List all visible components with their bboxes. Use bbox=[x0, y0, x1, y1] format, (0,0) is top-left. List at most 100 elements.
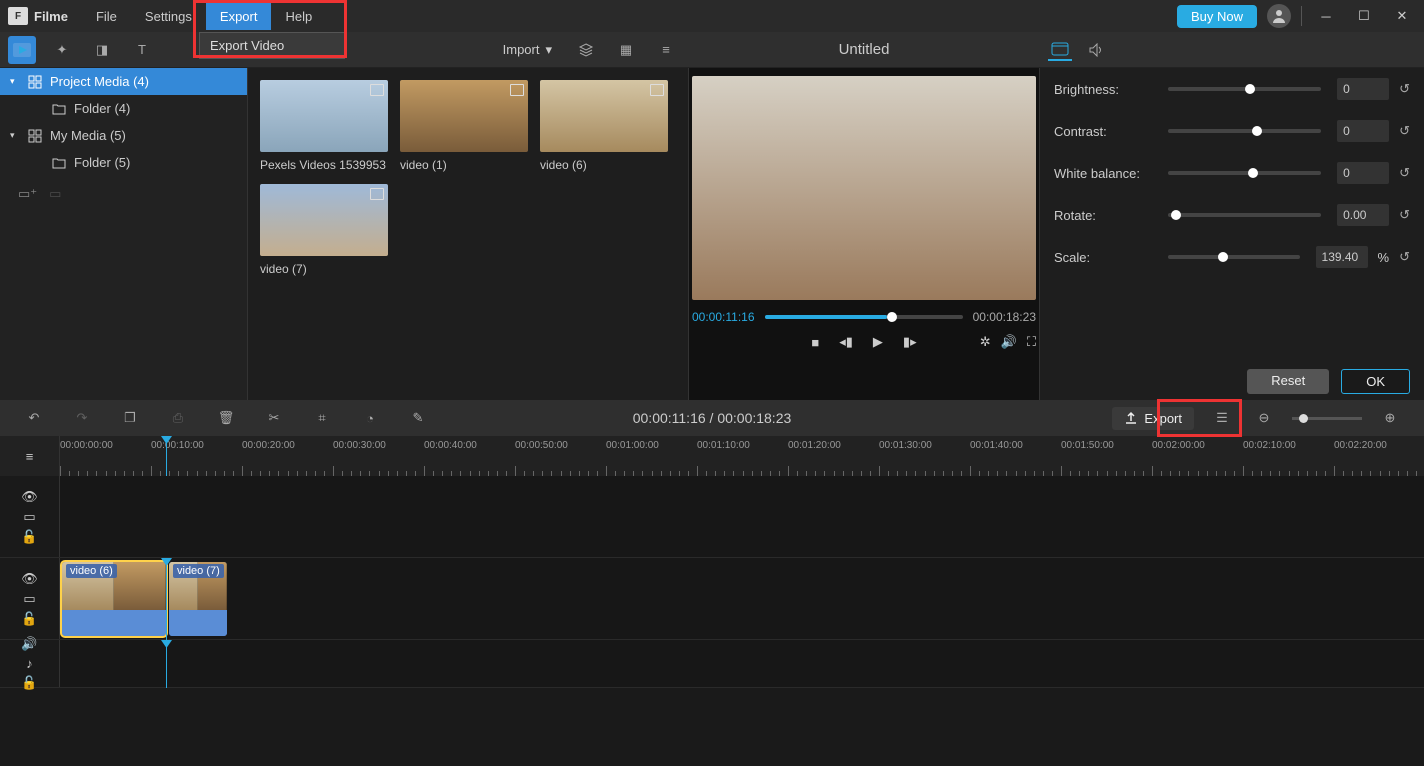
fullscreen-icon[interactable]: ⛶ bbox=[1027, 334, 1036, 350]
volume-icon[interactable]: 🔊 bbox=[1001, 334, 1017, 350]
maximize-button[interactable]: ☐ bbox=[1350, 2, 1378, 30]
visibility-icon[interactable]: 👁 bbox=[21, 571, 38, 587]
copy-button[interactable]: ❐ bbox=[116, 404, 144, 432]
prop-slider[interactable] bbox=[1168, 255, 1300, 259]
color-button[interactable]: ✎ bbox=[404, 404, 432, 432]
prop-value[interactable]: 0 bbox=[1337, 162, 1389, 184]
media-thumb[interactable]: video (7) bbox=[260, 184, 388, 276]
snap-icon[interactable]: ☰ bbox=[1208, 404, 1236, 432]
play-button[interactable]: ▶ bbox=[873, 334, 883, 350]
slider-thumb[interactable] bbox=[1218, 252, 1228, 262]
zoom-slider[interactable] bbox=[1292, 417, 1362, 420]
undo-button[interactable]: ↶ bbox=[20, 404, 48, 432]
next-frame-button[interactable]: ▮▸ bbox=[903, 334, 917, 350]
lock-icon[interactable]: 🔓 bbox=[21, 675, 37, 691]
chevron-down-icon: ▾ bbox=[545, 42, 552, 58]
audio-icon[interactable]: 🔊 bbox=[21, 636, 37, 652]
user-avatar[interactable] bbox=[1267, 4, 1291, 28]
prop-value[interactable]: 0 bbox=[1337, 120, 1389, 142]
user-icon bbox=[1271, 8, 1287, 24]
prop-reset-icon[interactable]: ↺ bbox=[1399, 249, 1410, 265]
preview-progress-thumb[interactable] bbox=[887, 312, 897, 322]
media-thumb[interactable]: video (1) bbox=[400, 80, 528, 172]
stop-button[interactable]: ■ bbox=[811, 335, 819, 350]
lock-icon[interactable]: 🔓 bbox=[21, 529, 37, 545]
thumb-label: video (7) bbox=[260, 262, 388, 276]
thumb-image bbox=[260, 80, 388, 152]
ok-button[interactable]: OK bbox=[1341, 369, 1410, 394]
preview-scrubber[interactable] bbox=[765, 315, 963, 319]
menu-file[interactable]: File bbox=[82, 3, 131, 30]
media-tab-icon[interactable] bbox=[8, 36, 36, 64]
menu-help[interactable]: Help bbox=[271, 3, 326, 30]
effects-tab-icon[interactable]: ✦ bbox=[48, 36, 76, 64]
slider-thumb[interactable] bbox=[1171, 210, 1181, 220]
grid-icon bbox=[28, 129, 42, 143]
project-title: Untitled bbox=[839, 41, 890, 58]
prop-value[interactable]: 0 bbox=[1337, 78, 1389, 100]
prev-frame-button[interactable]: ◂▮ bbox=[839, 334, 853, 350]
lock-icon[interactable]: 🔓 bbox=[21, 611, 37, 627]
prop-slider[interactable] bbox=[1168, 213, 1321, 217]
sidebar-project-media[interactable]: ▾ Project Media (4) bbox=[0, 68, 247, 95]
timeline-ruler[interactable]: ≡ 00:00:00:0000:00:10:0000:00:20:0000:00… bbox=[0, 436, 1424, 476]
prop-slider[interactable] bbox=[1168, 129, 1321, 133]
close-button[interactable]: ✕ bbox=[1388, 2, 1416, 30]
settings-icon[interactable]: ✲ bbox=[980, 334, 991, 350]
menu-export[interactable]: Export bbox=[206, 3, 272, 30]
sidebar-folder-5[interactable]: Folder (5) bbox=[0, 149, 247, 176]
menu-settings[interactable]: Settings bbox=[131, 3, 206, 30]
text-tab-icon[interactable]: T bbox=[128, 36, 156, 64]
timeline-clip[interactable]: video (6) bbox=[62, 562, 166, 636]
import-button[interactable]: Import ▾ bbox=[495, 38, 560, 62]
prop-value[interactable]: 0.00 bbox=[1337, 204, 1389, 226]
media-panel: Pexels Videos 1539953 video (1) video (6… bbox=[248, 68, 688, 400]
slider-thumb[interactable] bbox=[1248, 168, 1258, 178]
visibility-icon[interactable]: 👁 bbox=[21, 489, 38, 505]
timeline-clip[interactable]: video (7) bbox=[169, 562, 227, 636]
preview-frame bbox=[692, 76, 1036, 300]
prop-reset-icon[interactable]: ↺ bbox=[1399, 81, 1410, 97]
add-folder-icon[interactable]: ▭⁺ bbox=[18, 186, 37, 202]
delete-button[interactable]: 🗑 bbox=[212, 404, 240, 432]
track-body[interactable]: video (6) video (7) bbox=[60, 558, 1424, 639]
crop-button[interactable]: ⌗ bbox=[308, 404, 336, 432]
export-button[interactable]: Export bbox=[1112, 407, 1194, 430]
zoom-thumb[interactable] bbox=[1299, 414, 1308, 423]
ruler-tick: 00:00:10:00 bbox=[151, 440, 204, 451]
zoom-in-icon[interactable]: ⊕ bbox=[1376, 404, 1404, 432]
layers-icon[interactable] bbox=[572, 36, 600, 64]
prop-value[interactable]: 139.40 bbox=[1316, 246, 1368, 268]
slider-thumb[interactable] bbox=[1245, 84, 1255, 94]
props-tab-audio[interactable] bbox=[1084, 39, 1108, 61]
track-body[interactable] bbox=[60, 640, 1424, 687]
slider-thumb[interactable] bbox=[1252, 126, 1262, 136]
playhead[interactable] bbox=[166, 436, 167, 476]
minimize-button[interactable]: ─ bbox=[1312, 2, 1340, 30]
prop-reset-icon[interactable]: ↺ bbox=[1399, 123, 1410, 139]
track-body[interactable] bbox=[60, 476, 1424, 557]
zoom-out-icon[interactable]: ⊖ bbox=[1250, 404, 1278, 432]
prop-slider[interactable] bbox=[1168, 171, 1321, 175]
speed-button[interactable]: ◔ bbox=[356, 404, 384, 432]
app-name: Filme bbox=[34, 9, 68, 24]
media-thumb[interactable]: Pexels Videos 1539953 bbox=[260, 80, 388, 172]
split-button[interactable]: ✂ bbox=[260, 404, 288, 432]
paste-button[interactable]: ⎙ bbox=[164, 404, 192, 432]
redo-button[interactable]: ↷ bbox=[68, 404, 96, 432]
props-tab-video[interactable] bbox=[1048, 39, 1072, 61]
reset-button[interactable]: Reset bbox=[1247, 369, 1329, 394]
prop-reset-icon[interactable]: ↺ bbox=[1399, 165, 1410, 181]
sidebar-folder-4[interactable]: Folder (4) bbox=[0, 95, 247, 122]
media-thumb[interactable]: video (6) bbox=[540, 80, 668, 172]
buy-now-button[interactable]: Buy Now bbox=[1177, 5, 1257, 28]
ruler-head[interactable]: ≡ bbox=[0, 436, 60, 476]
prop-reset-icon[interactable]: ↺ bbox=[1399, 207, 1410, 223]
list-view-icon[interactable]: ≡ bbox=[652, 36, 680, 64]
transitions-tab-icon[interactable]: ◨ bbox=[88, 36, 116, 64]
grid-view-icon[interactable]: ▦ bbox=[612, 36, 640, 64]
sidebar-my-media[interactable]: ▾ My Media (5) bbox=[0, 122, 247, 149]
folder-action-icon[interactable]: ▭ bbox=[49, 186, 61, 202]
export-video-item[interactable]: Export Video bbox=[200, 33, 344, 58]
prop-slider[interactable] bbox=[1168, 87, 1321, 91]
